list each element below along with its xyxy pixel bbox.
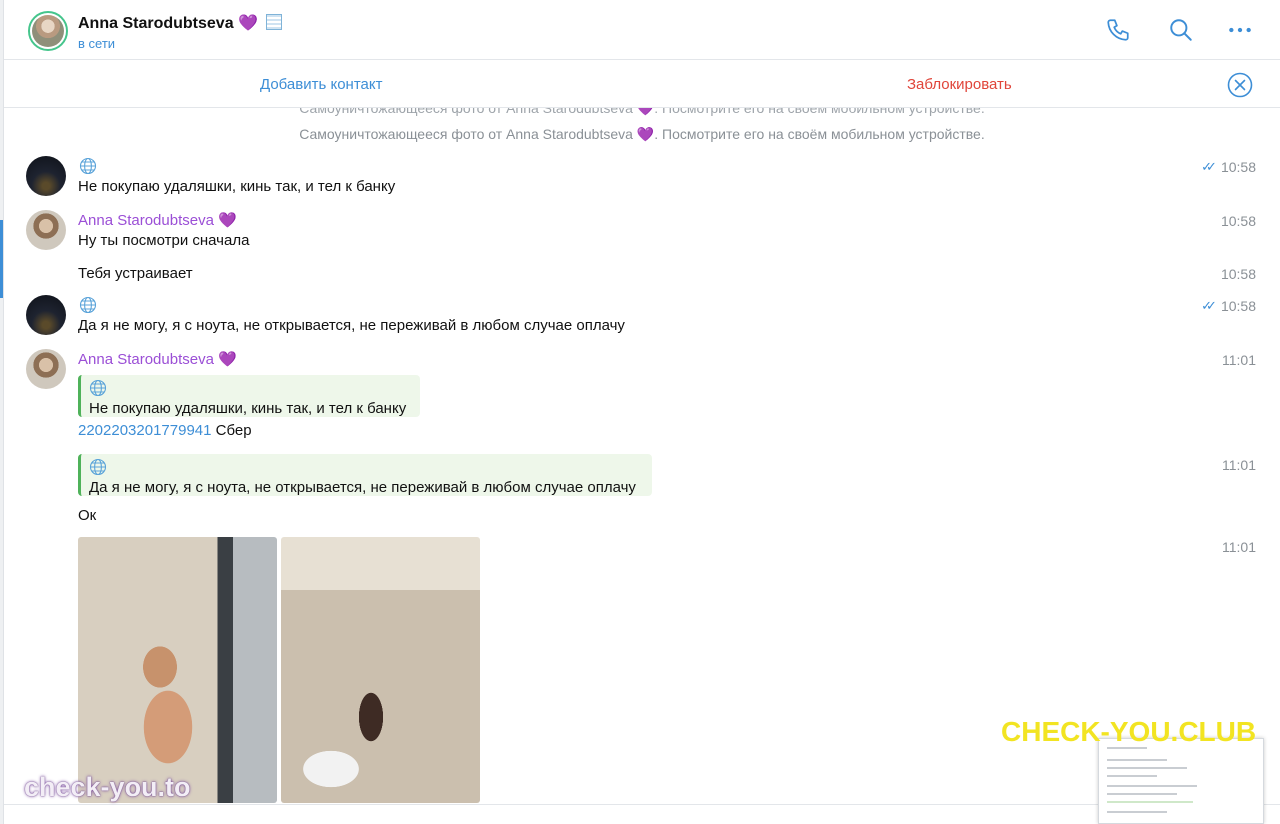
message-time: 10:58 <box>1220 266 1256 282</box>
service-message: Самоуничтожающееся фото от Anna Starodub… <box>4 126 1280 143</box>
purple-heart-emoji: 💜 <box>218 212 237 229</box>
contact-status: в сети <box>78 36 116 51</box>
purple-heart-emoji: 💜 <box>238 15 258 32</box>
globe-icon <box>79 157 97 175</box>
watermark-check-you-to: check-you.to <box>24 772 191 802</box>
message-time: 11:01 <box>1222 352 1256 368</box>
search-icon[interactable] <box>1167 16 1195 44</box>
globe-icon <box>79 296 97 314</box>
double-check-icon: ✓✓ <box>1201 159 1217 174</box>
contact-action-bar: Добавить контакт Заблокировать <box>4 60 1280 108</box>
message-time: ✓✓ 10:58 <box>1201 298 1256 314</box>
sender-name[interactable]: Anna Starodubtseva 💜 <box>78 211 237 229</box>
contact-name-text: Anna Starodubtseva <box>78 15 234 32</box>
phone-icon[interactable] <box>1104 16 1132 44</box>
message-time: 11:01 <box>1222 539 1256 555</box>
contact-name[interactable]: Anna Starodubtseva 💜 <box>78 13 283 33</box>
message-text: Не покупаю удаляшки, кинь так, и тел к б… <box>78 178 396 195</box>
sender-name-text: Anna Starodubtseva <box>78 212 214 229</box>
double-check-icon: ✓✓ <box>1201 298 1217 313</box>
sticker-icon <box>266 14 283 30</box>
message-time-text: 10:58 <box>1220 159 1256 175</box>
globe-icon <box>89 458 107 476</box>
watermark-thumbnail <box>1098 738 1264 824</box>
add-contact-button[interactable]: Добавить контакт <box>260 76 382 93</box>
block-button[interactable]: Заблокировать <box>907 76 1012 93</box>
message-text: Ну ты посмотри сначала <box>78 232 250 249</box>
message-text: Да я не могу, я с ноута, не открывается,… <box>78 317 625 334</box>
reply-quote[interactable]: Не покупаю удаляшки, кинь так, и тел к б… <box>78 375 420 417</box>
message-text: 2202203201779941 Сбер <box>78 422 252 439</box>
message-text-tail: Сбер <box>211 422 252 439</box>
reply-text: Да я не могу, я с ноута, не открывается,… <box>89 479 636 496</box>
sender-name-text: Anna Starodubtseva <box>78 351 214 368</box>
service-text: Самоуничтожающееся фото от Anna Starodub… <box>299 126 633 142</box>
message-text: Тебя устраивает <box>78 265 193 282</box>
message-text: Ок <box>78 507 97 524</box>
reply-quote[interactable]: Да я не могу, я с ноута, не открывается,… <box>78 454 652 496</box>
service-message-cut: Самоуничтожающееся фото от Anna Starodub… <box>299 108 985 116</box>
message-time-text: 10:58 <box>1220 298 1256 314</box>
message-time: 11:01 <box>1222 457 1256 473</box>
card-number-link[interactable]: 2202203201779941 <box>78 422 211 439</box>
reply-text: Не покупаю удаляшки, кинь так, и тел к б… <box>89 400 407 417</box>
more-icon[interactable] <box>1226 16 1254 44</box>
own-avatar[interactable] <box>26 295 66 335</box>
own-avatar[interactable] <box>26 156 66 196</box>
watermark-check-you-club: CHECK-YOU.CLUB <box>1001 716 1257 747</box>
message-time: 10:58 <box>1220 213 1256 229</box>
close-icon[interactable] <box>1227 72 1253 98</box>
photo-attachment[interactable] <box>281 537 480 803</box>
chat-header: Anna Starodubtseva 💜 в сети <box>4 0 1280 60</box>
sidebar-active-indicator <box>0 220 3 298</box>
sender-name[interactable]: Anna Starodubtseva 💜 <box>78 350 237 368</box>
purple-heart-emoji: 💜 <box>636 126 655 142</box>
message-input-area[interactable] <box>4 804 1280 824</box>
contact-message-avatar[interactable] <box>26 210 66 250</box>
globe-icon <box>89 379 107 397</box>
purple-heart-emoji: 💜 <box>218 351 237 368</box>
contact-avatar[interactable] <box>28 11 68 51</box>
message-time: ✓✓ 10:58 <box>1201 159 1256 175</box>
photo-attachment[interactable] <box>78 537 277 803</box>
avatar-image <box>32 15 64 47</box>
message-list[interactable]: Самоуничтожающееся фото от Anna Starodub… <box>4 108 1280 804</box>
contact-message-avatar[interactable] <box>26 349 66 389</box>
service-text-tail: . Посмотрите его на своём мобильном устр… <box>654 126 985 142</box>
